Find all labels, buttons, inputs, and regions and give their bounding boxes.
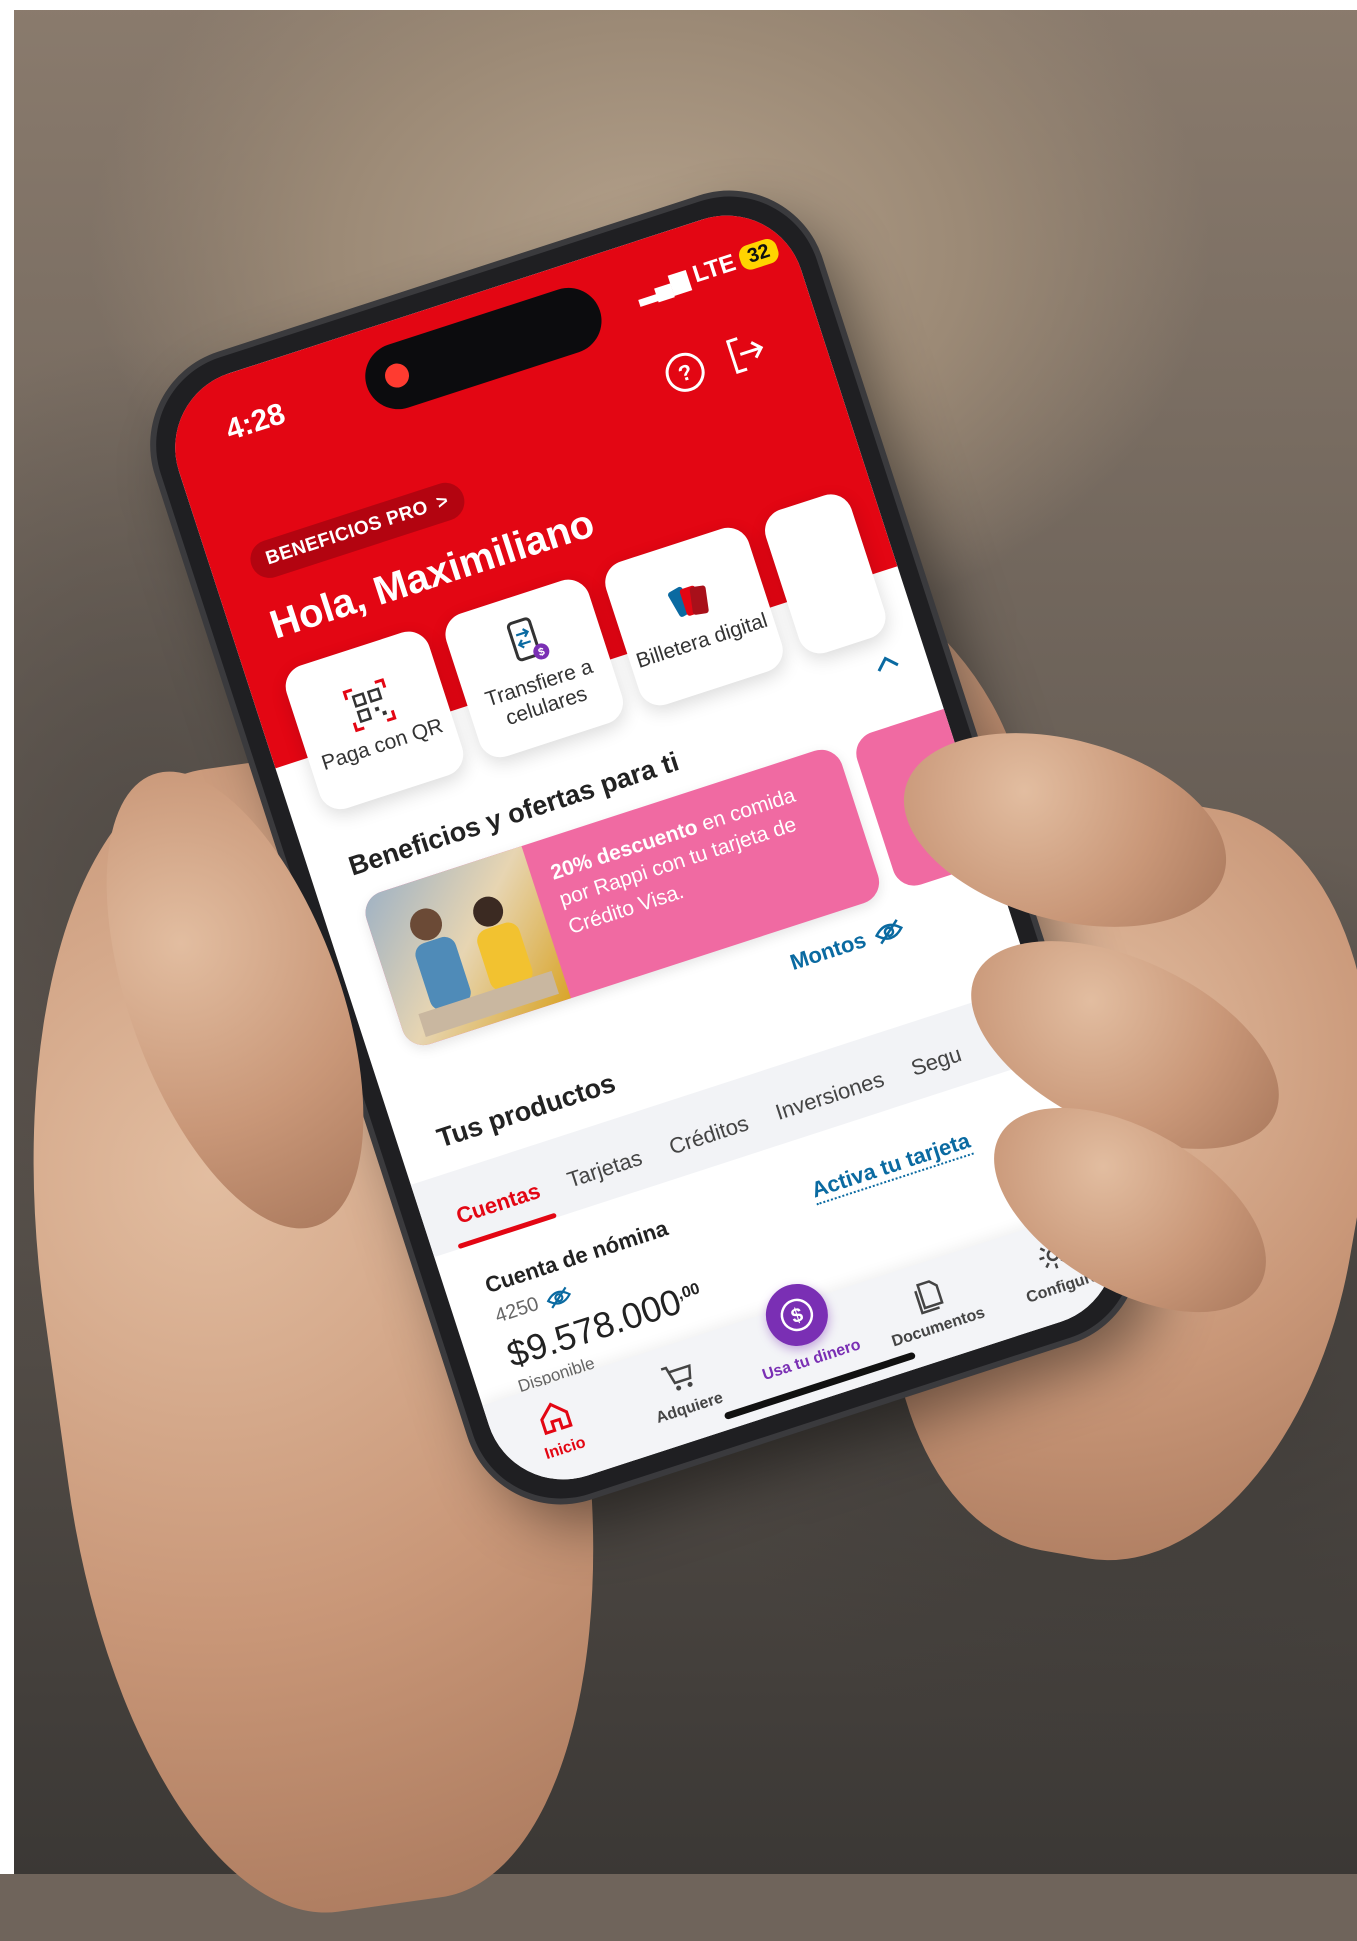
- eye-off-icon: [875, 919, 904, 945]
- amounts-label: Montos: [786, 927, 870, 975]
- eye-off-icon[interactable]: [543, 1284, 574, 1311]
- svg-text:$: $: [788, 1304, 805, 1328]
- nav-inicio[interactable]: Inicio: [493, 1382, 626, 1476]
- image-border: [0, 0, 1357, 10]
- phone-transfer-icon: $: [506, 617, 550, 662]
- image-border: [0, 0, 14, 1874]
- amounts-toggle[interactable]: Montos: [787, 915, 907, 976]
- tab-cuentas[interactable]: Cuentas: [453, 1178, 549, 1247]
- home-icon: [540, 1402, 574, 1435]
- qr-icon: [342, 677, 397, 733]
- tab-inversiones[interactable]: Inversiones: [772, 1066, 893, 1143]
- tab-tarjetas[interactable]: Tarjetas: [564, 1145, 651, 1211]
- shortcut-label: Transfiere a celulares: [482, 654, 596, 730]
- chevron-right-icon: >: [433, 490, 452, 514]
- cart-icon: [660, 1363, 693, 1391]
- tab-seguros[interactable]: Segu: [908, 1041, 970, 1099]
- documents-icon: [913, 1280, 944, 1315]
- balance-cents: ,00: [675, 1280, 702, 1304]
- wallet-cards-icon: [668, 585, 709, 617]
- chevron-up-icon[interactable]: [871, 650, 903, 676]
- nav-documentos[interactable]: Documentos: [866, 1261, 999, 1355]
- photo-scene: 4:28 ▂▄▆ LTE 32 ? BENEFICIOS PRO > Hola,…: [0, 0, 1357, 1941]
- nav-label: Inicio: [542, 1434, 588, 1464]
- nav-adquiere[interactable]: Adquiere: [617, 1342, 750, 1436]
- svg-text:?: ?: [675, 359, 696, 387]
- nav-label: Documentos: [889, 1304, 988, 1351]
- nav-label: Adquiere: [654, 1389, 726, 1427]
- dollar-icon: $: [780, 1298, 814, 1332]
- account-number: 4250: [492, 1292, 542, 1328]
- tab-creditos[interactable]: Créditos: [666, 1110, 758, 1177]
